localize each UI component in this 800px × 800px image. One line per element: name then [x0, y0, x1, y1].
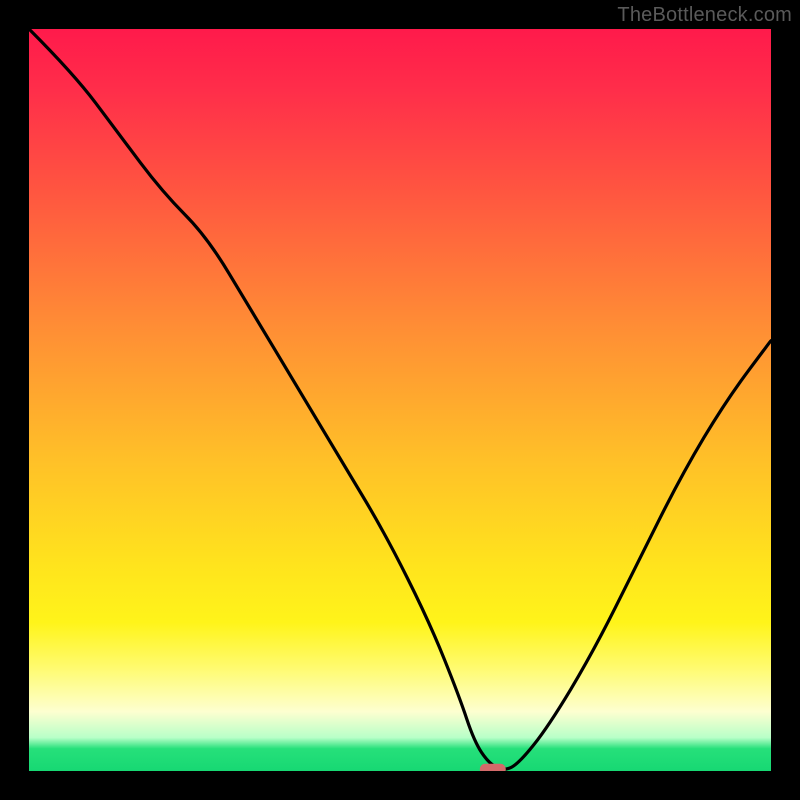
plot-frame: [29, 29, 771, 771]
chart-stage: TheBottleneck.com: [0, 0, 800, 800]
minimum-marker: [29, 29, 771, 771]
watermark-label: TheBottleneck.com: [617, 4, 792, 27]
plot-area: [29, 29, 771, 771]
